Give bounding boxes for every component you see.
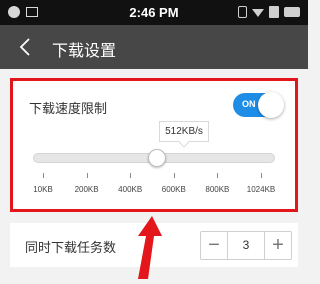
- speed-limit-label: 下载速度限制: [29, 101, 108, 116]
- toggle-knob: [258, 92, 284, 118]
- vibrate-icon: [238, 6, 247, 18]
- status-bar: 2:46 PM: [0, 0, 308, 25]
- toggle-on-label: ON: [242, 99, 256, 109]
- speed-value-tooltip: 512KB/s: [159, 121, 209, 142]
- status-right-icons: [238, 6, 300, 18]
- slider-tick-mark: [130, 173, 132, 178]
- back-arrow-icon[interactable]: [14, 35, 38, 59]
- page-title: 下载设置: [52, 43, 117, 60]
- sim-icon: [269, 6, 279, 18]
- slider-tick-label: 400KB: [118, 185, 143, 194]
- decrement-button[interactable]: −: [201, 232, 227, 259]
- slider-tick-mark: [173, 173, 175, 178]
- speed-slider-thumb[interactable]: [148, 149, 167, 167]
- slider-tick-mark: [86, 173, 88, 178]
- speed-limit-card: 下载速度限制 ON 512KB/s 10KB 200KB 400KB 600KB 800…: [10, 78, 298, 212]
- concurrent-tasks-label: 同时下载任务数: [25, 240, 117, 255]
- speed-limit-toggle[interactable]: ON: [233, 92, 284, 118]
- wifi-icon: [252, 9, 264, 17]
- slider-tick-mark: [217, 173, 219, 178]
- slider-tick-mark: [261, 173, 262, 178]
- concurrent-tasks-value[interactable]: 3: [227, 232, 265, 259]
- red-annotation-arrow: [130, 216, 166, 279]
- battery-icon: [284, 7, 300, 17]
- slider-tick-label: 200KB: [74, 185, 99, 194]
- slider-tick-label: 10KB: [33, 185, 53, 194]
- concurrent-tasks-stepper: − 3 +: [200, 231, 292, 260]
- increment-button[interactable]: +: [265, 232, 291, 259]
- slider-tick-mark: [43, 173, 44, 178]
- slider-tick-label: 600KB: [161, 185, 186, 194]
- slider-tick-label: 800KB: [205, 185, 230, 194]
- slider-tick-label: 1024KB: [246, 185, 276, 194]
- title-bar: 下载设置: [0, 25, 308, 69]
